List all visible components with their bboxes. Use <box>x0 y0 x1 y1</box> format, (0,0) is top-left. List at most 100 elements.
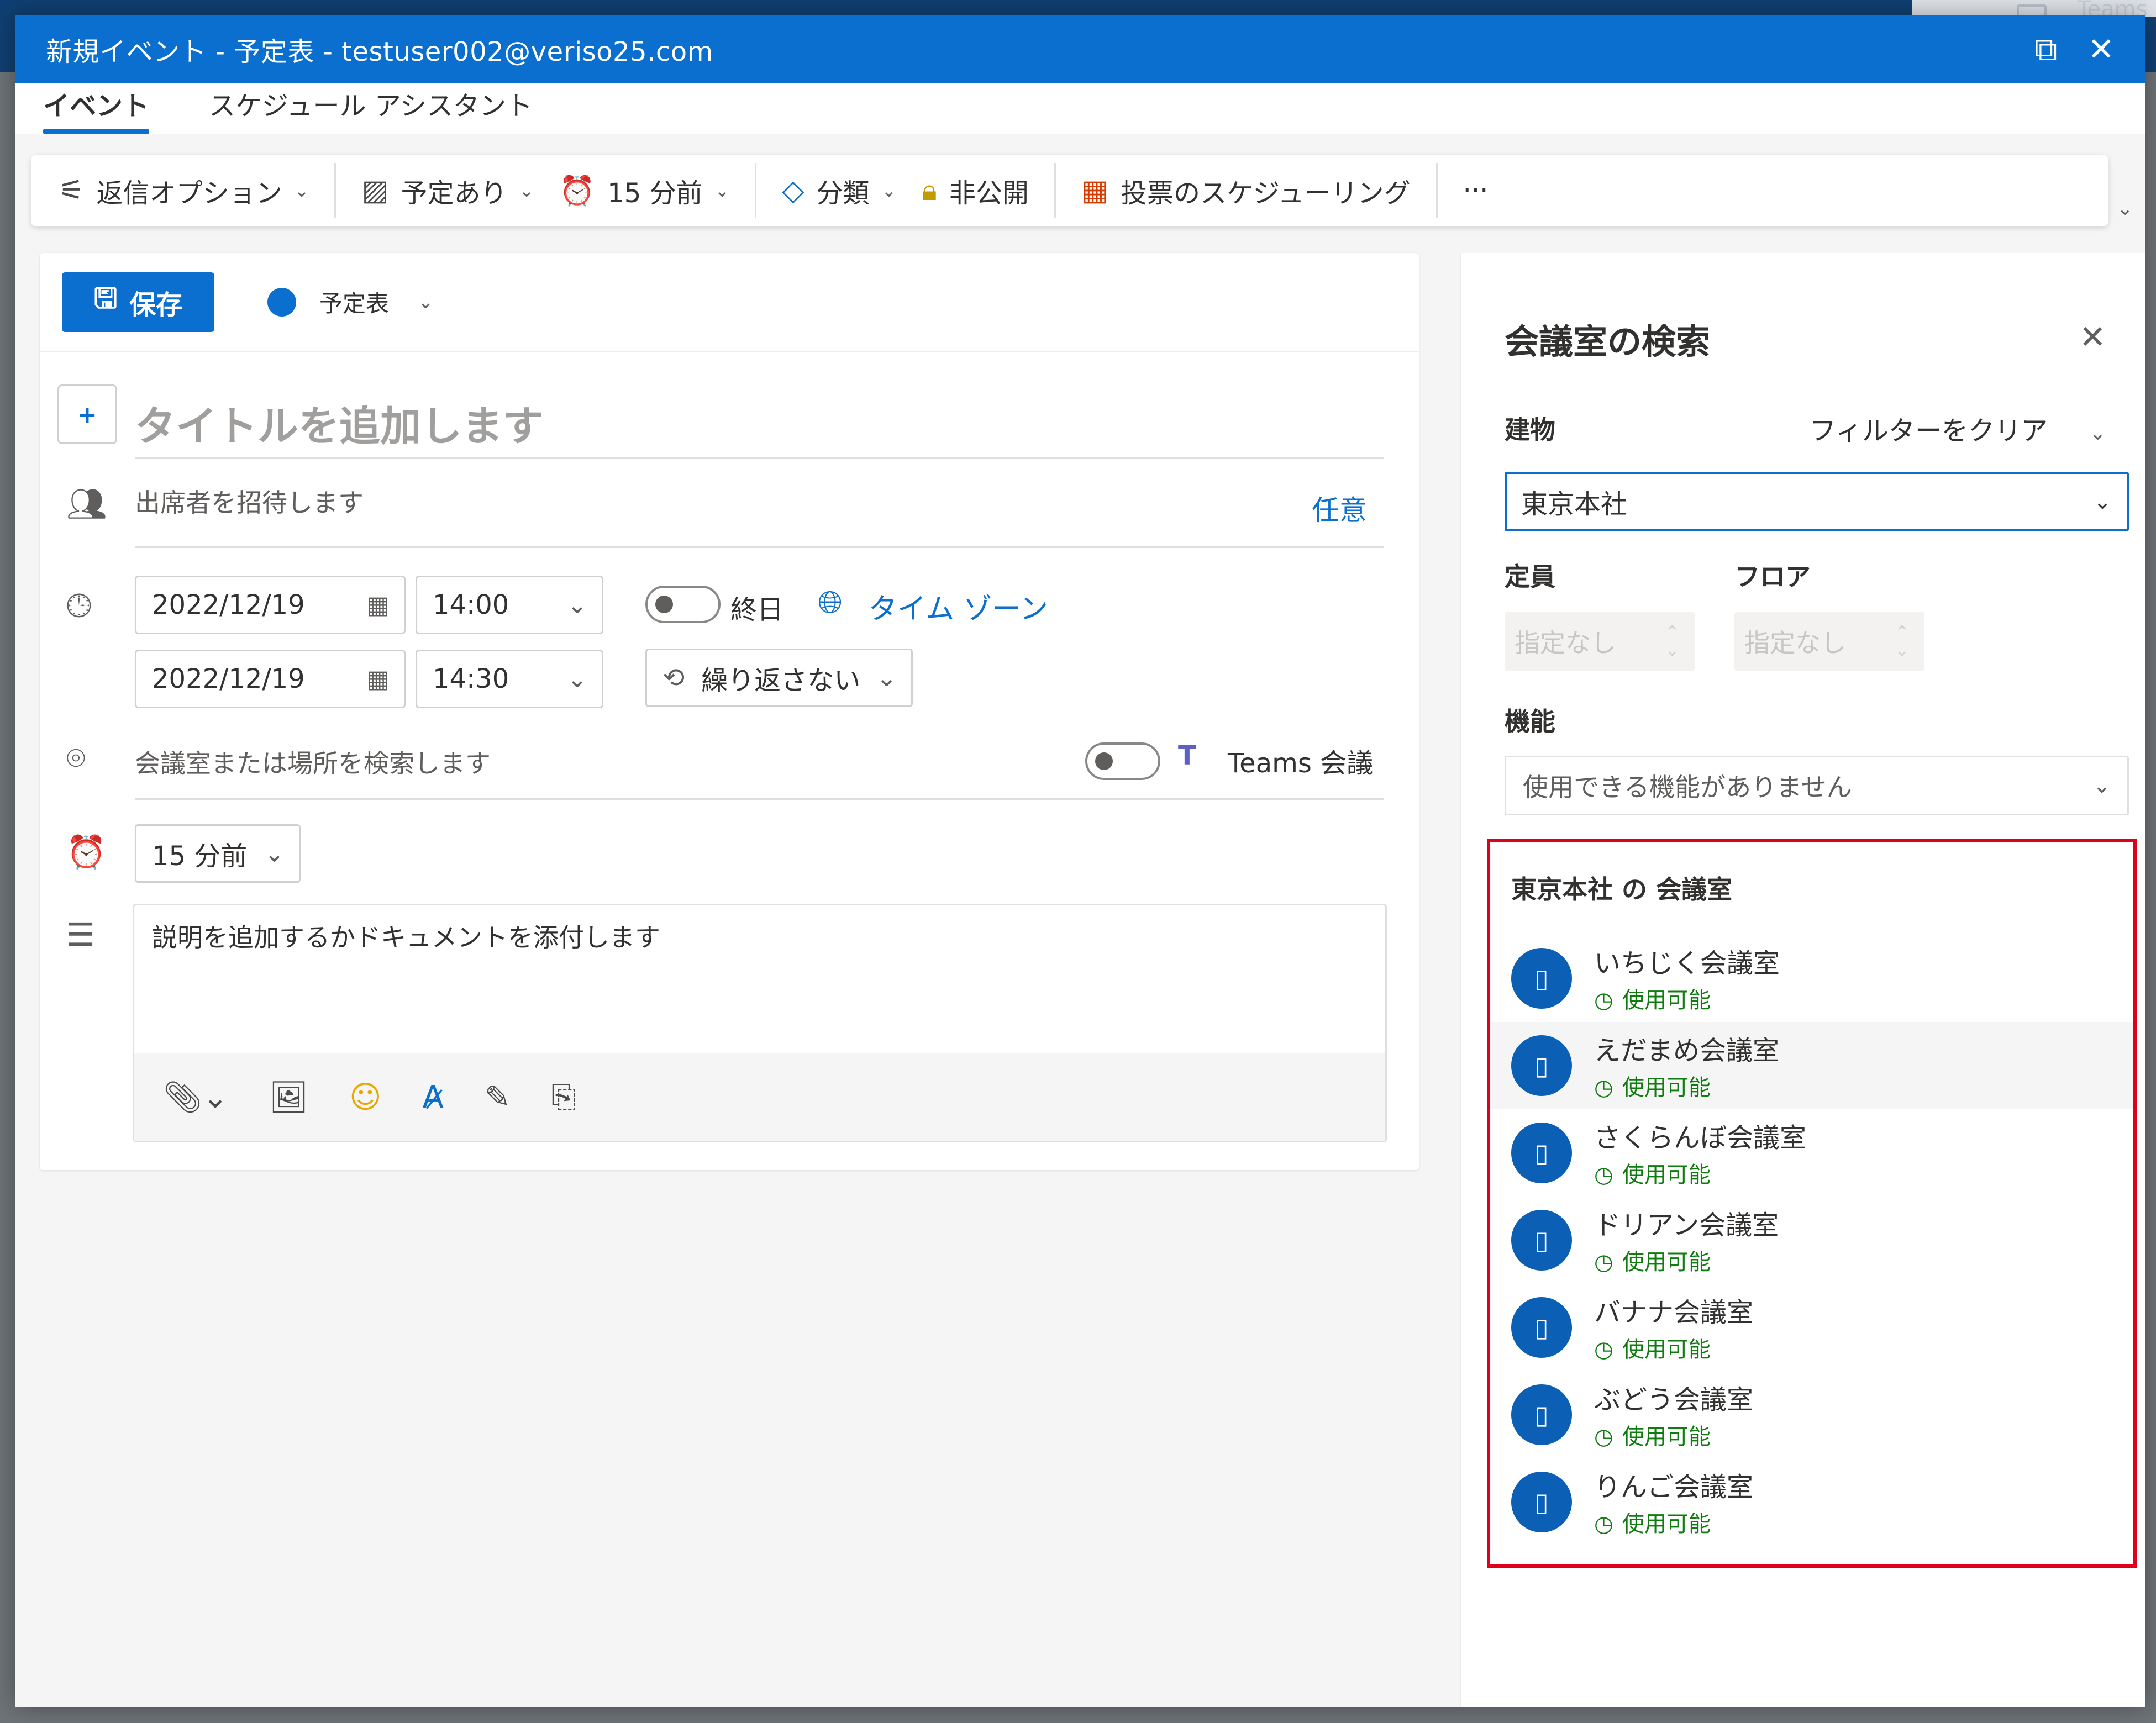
room-list-item[interactable]: ▯ ドリアン会議室 ◷ 使用可能 <box>1490 1197 2133 1284</box>
form-header: 🖫 保存 予定表 ⌄ <box>40 253 1419 352</box>
room-status-text: 使用可能 <box>1622 1511 1711 1537</box>
poll-scheduling-button[interactable]: ▦ 投票のスケジューリング <box>1081 155 1411 226</box>
teams-icon: T <box>1178 740 1196 771</box>
features-dropdown[interactable]: 使用できる機能がありません ⌄ <box>1505 756 2129 815</box>
save-button[interactable]: 🖫 保存 <box>62 272 214 332</box>
door-icon: ▯ <box>1511 1210 1572 1271</box>
calendar-icon[interactable]: ▦ <box>366 665 390 693</box>
door-icon: ▯ <box>1511 1384 1572 1445</box>
room-list-item[interactable]: ▯ さくらんぼ会議室 ◷ 使用可能 <box>1490 1109 2133 1197</box>
end-time-value: 14:30 <box>433 663 509 694</box>
reminder-dropdown[interactable]: 15 分前 ⌄ <box>135 824 301 883</box>
save-icon: 🖫 <box>93 282 118 314</box>
calendar-color-dot <box>267 287 296 317</box>
calendar-icon[interactable]: ▦ <box>366 591 390 619</box>
start-time-value: 14:00 <box>433 589 509 620</box>
capacity-spinner[interactable]: 指定なし ⌃ ⌄ <box>1505 612 1695 671</box>
reply-options-button[interactable]: ⚟ 返信オプション ⌄ <box>59 155 309 226</box>
room-status-text: 使用可能 <box>1622 1250 1711 1275</box>
room-list-item[interactable]: ▯ りんご会議室 ◷ 使用可能 <box>1490 1458 2133 1546</box>
chevron-down-icon: ⌄ <box>714 180 730 201</box>
chevron-down-icon: ⌄ <box>418 291 434 313</box>
clock-icon: ◷ <box>1594 1075 1613 1100</box>
end-time-field[interactable]: 14:30 ⌄ <box>416 650 603 708</box>
title-input[interactable]: タイトルを追加します <box>135 386 1384 459</box>
spinner-arrows-icon[interactable]: ⌃ ⌄ <box>1665 623 1679 660</box>
room-name: さくらんぼ会議室 <box>1594 1123 1807 1153</box>
start-time-field[interactable]: 14:00 ⌄ <box>416 576 603 634</box>
clock-icon: ◷ <box>1594 1337 1613 1362</box>
attach-icon[interactable]: 📎︎⌄ <box>163 1079 228 1115</box>
chevron-down-icon: ⌄ <box>519 180 534 201</box>
room-status: ◷ 使用可能 <box>1594 982 1711 1014</box>
private-button[interactable]: 🔒︎ 非公開 <box>922 155 1029 226</box>
description-input[interactable]: 説明を追加するかドキュメントを添付します <box>152 918 660 954</box>
reminder-button[interactable]: ⏰ 15 分前 ⌄ <box>559 155 729 226</box>
clear-filter-button[interactable]: フィルターをクリア ⌄ <box>1810 409 2106 447</box>
attendees-input[interactable]: 出席者を招待します <box>135 483 364 519</box>
busy-status-label: 予定あり <box>401 178 507 209</box>
chevron-down-icon: ⌄ <box>876 663 897 692</box>
building-label: 建物 <box>1505 415 1555 445</box>
alarm-clock-icon: ⏰ <box>559 174 596 208</box>
room-finder-title: 会議室の検索 <box>1505 322 1711 362</box>
alarm-clock-icon: ⏰ <box>66 833 107 871</box>
optional-attendees-link[interactable]: 任意 <box>1312 488 1367 528</box>
loop-component-icon[interactable]: ⎘ <box>551 1079 576 1115</box>
chevron-down-icon: ⌄ <box>2089 422 2106 445</box>
repeat-icon: ⟲ <box>662 662 685 693</box>
busy-status-button[interactable]: ▨ 予定あり ⌄ <box>361 155 534 226</box>
room-status-text: 使用可能 <box>1622 988 1711 1013</box>
floor-spinner[interactable]: 指定なし ⌃ ⌄ <box>1734 612 1924 671</box>
save-label: 保存 <box>129 289 183 320</box>
emoji-icon[interactable]: ☺ <box>349 1079 381 1115</box>
event-icon-picker[interactable]: + <box>57 384 117 444</box>
door-icon: ▯ <box>1511 1123 1572 1183</box>
popout-icon[interactable]: ⧉ <box>2034 33 2057 65</box>
teams-meeting-toggle[interactable] <box>1085 742 1160 780</box>
start-date-field[interactable]: 2022/12/19 ▦ <box>135 576 406 634</box>
start-date-value: 2022/12/19 <box>152 589 305 620</box>
room-list-item[interactable]: ▯ ぶどう会議室 ◷ 使用可能 <box>1490 1371 2133 1458</box>
repeat-dropdown[interactable]: ⟲ 繰り返さない ⌄ <box>645 649 913 707</box>
ribbon-expand-chevron-icon[interactable]: ⌄ <box>2117 198 2133 220</box>
attendees-field[interactable]: 出席者を招待します 任意 <box>135 474 1384 548</box>
chevron-down-icon: ⌄ <box>2094 489 2111 514</box>
tab-event[interactable]: イベント <box>43 84 150 134</box>
ribbon-divider <box>1435 163 1438 218</box>
globe-icon: 🌐︎ <box>818 584 843 620</box>
close-icon[interactable]: ✕ <box>2079 318 2106 356</box>
calendar-selector[interactable]: 予定表 ⌄ <box>267 285 434 319</box>
all-day-toggle[interactable] <box>645 586 721 623</box>
all-day-label: 終日 <box>730 594 784 625</box>
ribbon-divider <box>755 163 757 218</box>
room-list-item[interactable]: ▯ いちじく会議室 ◷ 使用可能 <box>1490 935 2133 1022</box>
new-event-window: 新規イベント - 予定表 - testuser002@veriso25.com … <box>15 15 2145 1707</box>
sliders-icon: ⚟ <box>59 174 85 207</box>
poll-scheduling-label: 投票のスケジューリング <box>1120 178 1411 209</box>
description-editor[interactable]: 説明を追加するかドキュメントを添付します 📎︎⌄ 🖼︎ ☺ A̷ ✎ ⎘ <box>133 904 1387 1142</box>
room-status: ◷ 使用可能 <box>1594 1244 1711 1276</box>
more-options-button[interactable]: ··· <box>1463 155 1489 226</box>
signature-pen-icon[interactable]: ✎ <box>485 1079 511 1115</box>
room-list-item[interactable]: ▯ えだまめ会議室 ◷ 使用可能 <box>1490 1022 2133 1109</box>
spinner-arrows-icon[interactable]: ⌃ ⌄ <box>1895 623 1909 660</box>
room-list-item[interactable]: ▯ バナナ会議室 ◷ 使用可能 <box>1490 1284 2133 1371</box>
location-field[interactable]: 会議室または場所を検索します <box>135 728 1384 800</box>
clear-filter-label: フィルターをクリア <box>1810 415 2048 446</box>
location-input[interactable]: 会議室または場所を検索します <box>135 744 491 780</box>
end-date-field[interactable]: 2022/12/19 ▦ <box>135 650 406 708</box>
insert-image-icon[interactable]: 🖼︎ <box>269 1079 308 1115</box>
tab-scheduling-assistant[interactable]: スケジュール アシスタント <box>209 84 533 134</box>
capacity-value: 指定なし <box>1515 628 1616 658</box>
room-name: えだまめ会議室 <box>1594 1035 1780 1066</box>
room-status: ◷ 使用可能 <box>1594 1419 1711 1451</box>
building-dropdown[interactable]: 東京本社 ⌄ <box>1505 472 2129 531</box>
features-value: 使用できる機能がありません <box>1523 772 1852 802</box>
clock-icon: ◷ <box>1594 1424 1613 1450</box>
format-text-icon[interactable]: A̷ <box>423 1079 444 1115</box>
category-button[interactable]: ◇ 分類 ⌄ <box>782 155 896 226</box>
timezone-link[interactable]: タイム ゾーン <box>869 586 1048 627</box>
reply-options-label: 返信オプション <box>96 178 282 209</box>
close-icon[interactable]: ✕ <box>2087 33 2115 65</box>
